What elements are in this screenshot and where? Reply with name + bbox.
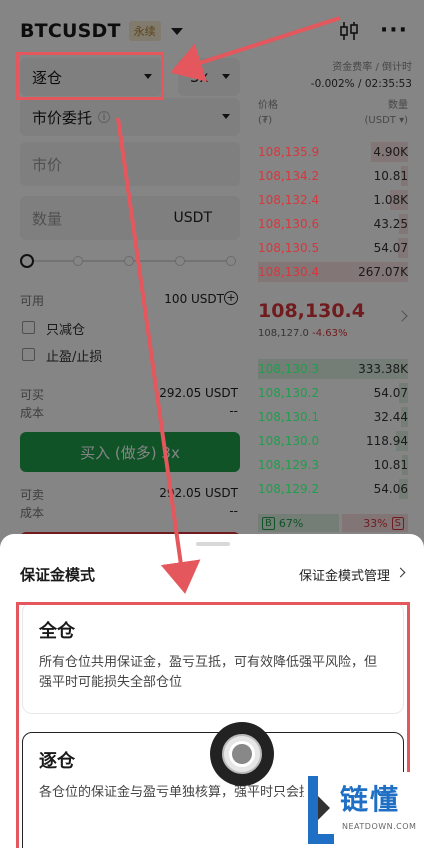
margin-mode-manage-link[interactable]: 保证金模式管理 <box>299 565 390 584</box>
sheet-handle[interactable] <box>196 542 230 546</box>
orderbook-price: 108,135.9 <box>258 145 320 159</box>
chevron-right-icon[interactable] <box>395 567 406 578</box>
orderbook-qty: 10.81 <box>373 458 408 472</box>
watermark-domain: NEATDOWN.COM <box>342 822 417 831</box>
annotation-box-margin-select <box>16 52 164 100</box>
orderbook-qty: 32.44 <box>373 410 408 424</box>
orderbook-price: 108,130.5 <box>258 241 320 255</box>
watermark-name: 链懂 <box>340 783 401 816</box>
watermark: 链懂 NEATDOWN.COM <box>304 772 424 848</box>
watermark-logo-icon <box>308 776 334 844</box>
orderbook-price: 108,130.6 <box>258 217 320 231</box>
orderbook-qty: 267.07K <box>358 265 408 279</box>
orderbook-price: 108,129.3 <box>258 458 320 472</box>
orderbook-qty: 4.90K <box>373 145 408 159</box>
orderbook-price: 108,130.3 <box>258 362 320 376</box>
orderbook-qty: 43.25 <box>373 217 408 231</box>
orderbook-qty: 118.94 <box>366 434 408 448</box>
orderbook-qty: 10.81 <box>373 169 408 183</box>
orderbook-qty: 333.38K <box>358 362 408 376</box>
orderbook-price: 108,134.2 <box>258 169 320 183</box>
orderbook-price: 108,130.1 <box>258 410 320 424</box>
orderbook-qty: 54.06 <box>373 482 408 496</box>
orderbook-price: 108,130.0 <box>258 434 320 448</box>
touch-indicator-dot <box>229 741 255 767</box>
orderbook-price: 108,130.4 <box>258 265 320 279</box>
orderbook-qty: 54.07 <box>373 386 408 400</box>
sheet-title: 保证金模式 <box>20 566 96 584</box>
orderbook-qty: 1.08K <box>373 193 408 207</box>
orderbook-price: 108,132.4 <box>258 193 320 207</box>
orderbook-price: 108,129.2 <box>258 482 320 496</box>
orderbook-qty: 54.07 <box>373 241 408 255</box>
orderbook-price: 108,130.2 <box>258 386 320 400</box>
